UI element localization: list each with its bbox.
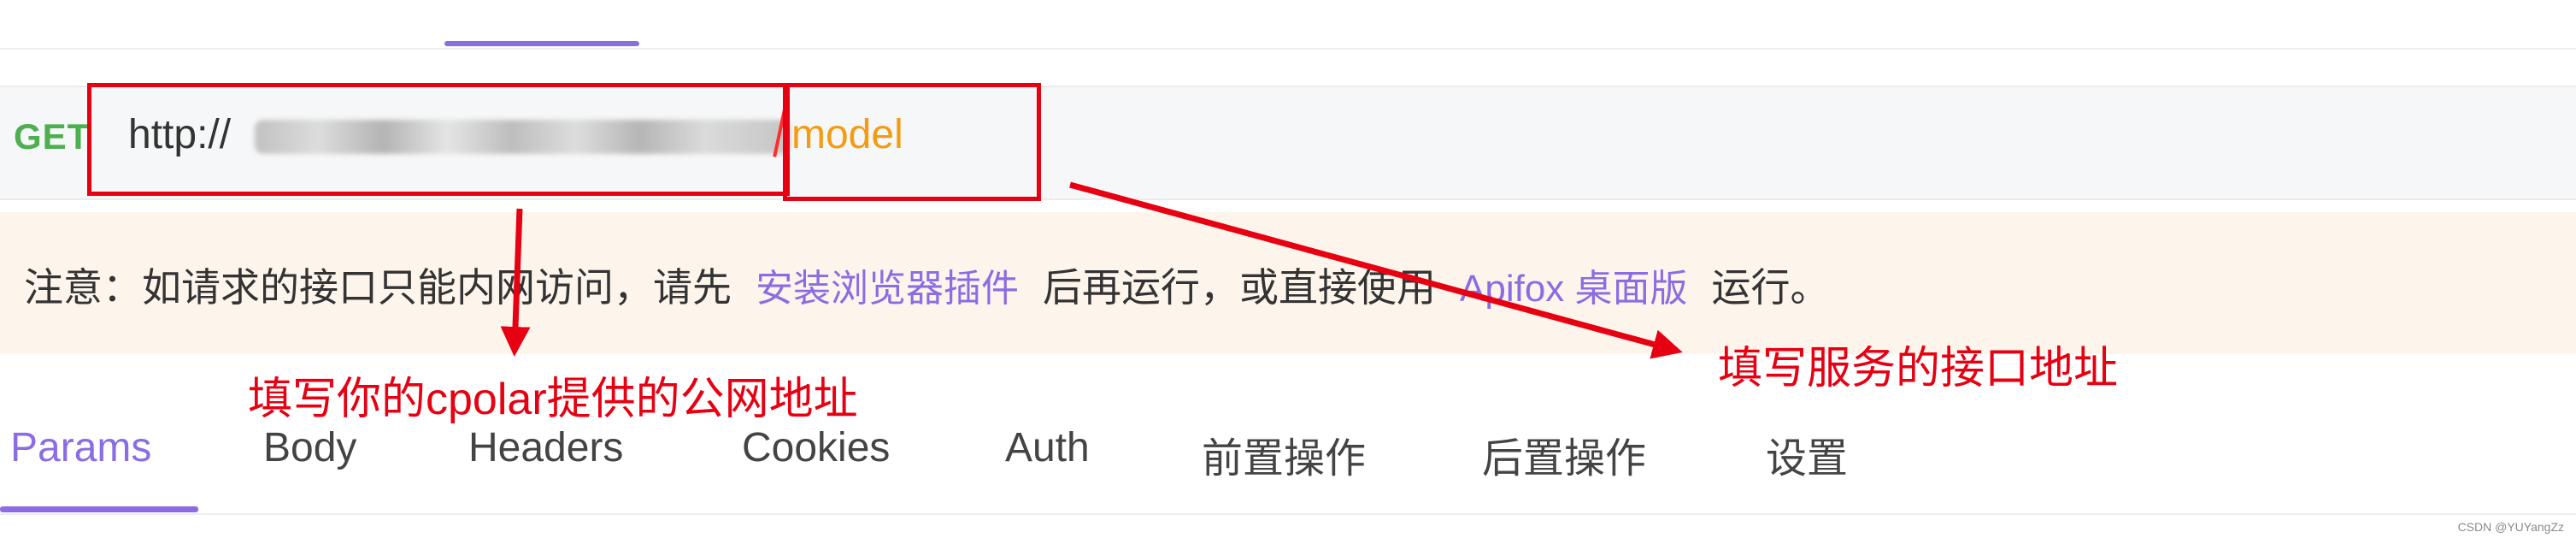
notice-text-before: 注意：如请求的接口只能内网访问，请先 [24, 265, 732, 310]
apifox-desktop-link[interactable]: Apifox 桌面版 [1460, 257, 1688, 312]
http-method-selector[interactable]: GET [14, 116, 90, 157]
tab-pre-processors[interactable]: 前置操作 [1202, 424, 1366, 484]
notice-text-after: 运行。 [1711, 265, 1830, 310]
install-plugin-link[interactable]: 安装浏览器插件 [756, 257, 1019, 312]
tab-params[interactable]: Params [10, 424, 151, 471]
highlight-box-path [783, 83, 1041, 201]
annotation-service-path: 填写服务的接口地址 [1718, 344, 2119, 393]
tab-headers[interactable]: Headers [468, 424, 623, 471]
tab-auth[interactable]: Auth [1005, 424, 1090, 471]
tab-settings[interactable]: 设置 [1766, 424, 1848, 484]
highlight-box-host [87, 83, 790, 196]
tab-cookies[interactable]: Cookies [742, 424, 890, 471]
tab-post-processors[interactable]: 后置操作 [1482, 424, 1646, 484]
notice-text: 注意：如请求的接口只能内网访问，请先 安装浏览器插件 后再运行，或直接使用 Ap… [24, 257, 1830, 313]
notice-text-middle: 后再运行，或直接使用 [1043, 265, 1436, 310]
active-tab-underline [0, 506, 198, 512]
tab-body[interactable]: Body [263, 424, 356, 471]
watermark: CSDN @YUYangZz [2457, 520, 2564, 534]
top-tab-strip [0, 0, 2576, 50]
top-active-tab-indicator [444, 41, 639, 46]
